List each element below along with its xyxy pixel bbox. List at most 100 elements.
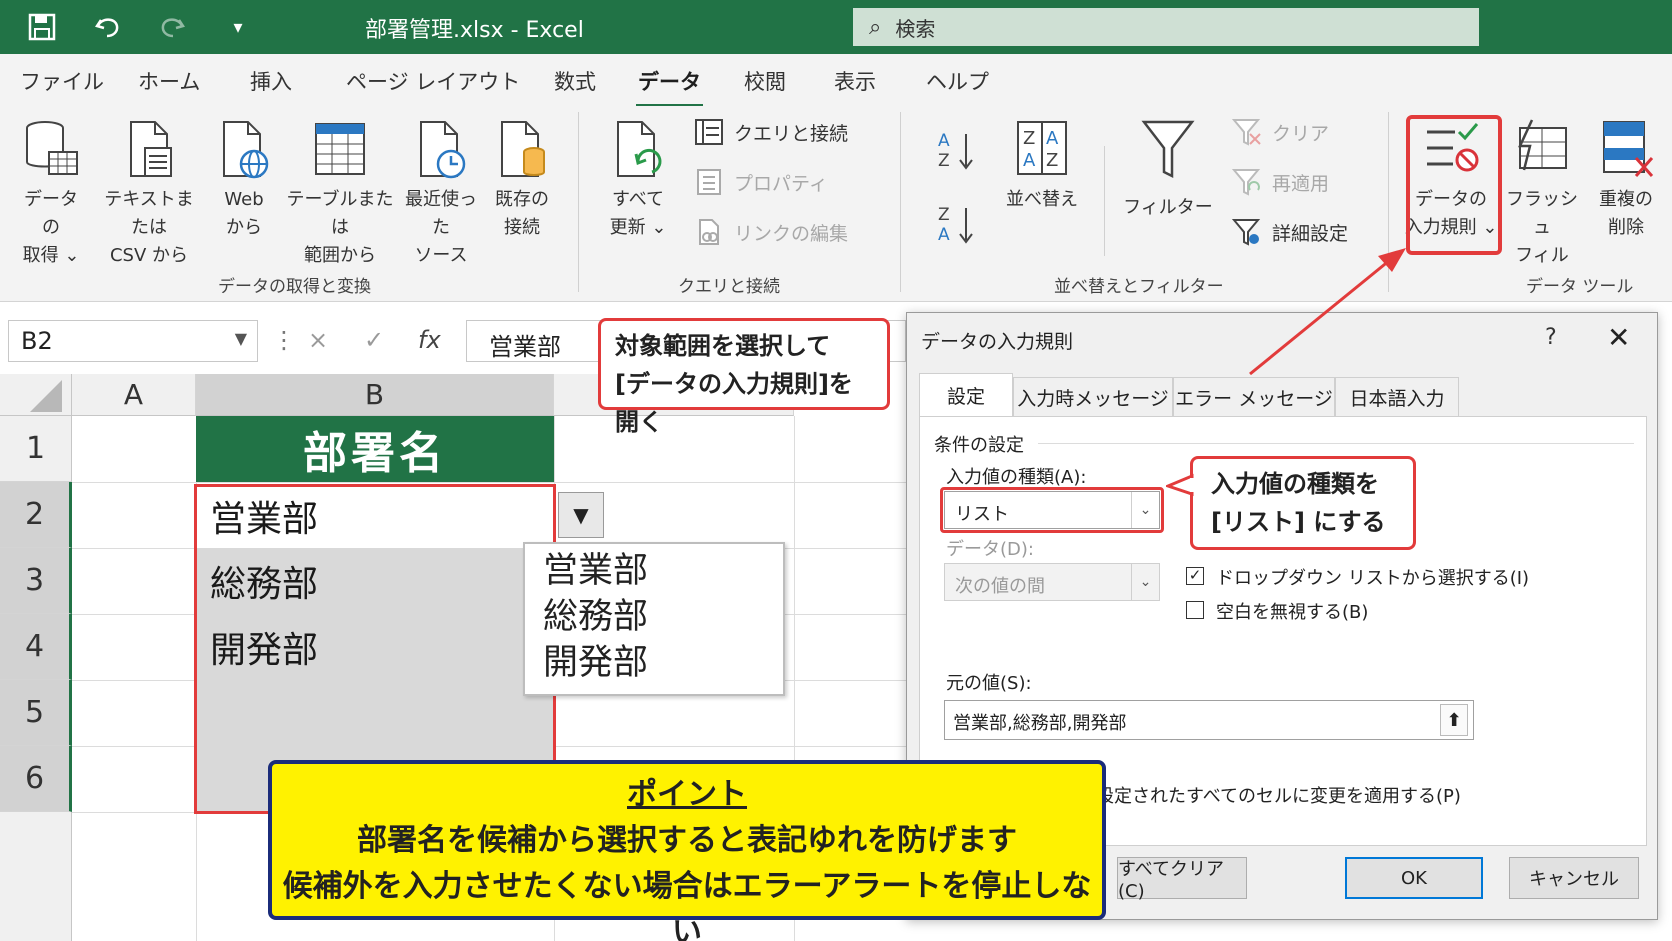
name-box[interactable]: B2 ▼: [8, 320, 258, 362]
clear-filter-button[interactable]: クリア: [1232, 118, 1329, 146]
row-header-4[interactable]: 4: [0, 614, 72, 680]
dialog-title: データの入力規則: [921, 331, 1074, 353]
table-icon: [315, 123, 365, 175]
undo-icon[interactable]: [90, 10, 126, 44]
tab-input-message[interactable]: 入力時メッセージ: [1013, 377, 1173, 417]
ignore-blank-label: 空白を無視する(B): [1216, 602, 1369, 623]
edit-links-button[interactable]: リンクの編集: [694, 218, 848, 246]
ignore-blank-checkbox[interactable]: [1186, 601, 1204, 619]
cell-dropdown-button[interactable]: ▼: [558, 492, 604, 538]
reapply-button[interactable]: 再適用: [1232, 168, 1329, 196]
clear-all-button[interactable]: すべてクリア(C): [1117, 857, 1247, 902]
select-all-corner[interactable]: [0, 374, 72, 416]
cell-dropdown-list: 営業部 総務部 開発部: [523, 542, 785, 696]
tab-settings[interactable]: 設定: [919, 373, 1013, 417]
callout-open-validation: 対象範囲を選択して [データの入力規則]を開く: [598, 318, 890, 436]
tab-formulas[interactable]: 数式: [554, 66, 596, 96]
customize-qat-icon[interactable]: ▾: [220, 10, 256, 44]
enter-icon[interactable]: ✓: [364, 326, 384, 354]
flash-fill-button[interactable]: フラッシュ フィル: [1504, 118, 1580, 270]
dropdown-checkbox[interactable]: ✓: [1186, 567, 1204, 585]
source-input[interactable]: 営業部,総務部,開発部: [944, 700, 1474, 740]
select-all-icon: [30, 380, 62, 412]
tab-data[interactable]: データ: [636, 66, 703, 108]
window-title: 部署管理.xlsx - Excel: [365, 18, 584, 43]
search-placeholder: 検索: [895, 16, 936, 41]
group-label-queries: クエリと接続: [678, 277, 780, 297]
tab-home[interactable]: ホーム: [138, 66, 200, 96]
group-label-data-tools: データ ツール: [1526, 277, 1634, 297]
dropdown-option[interactable]: 開発部: [543, 640, 765, 686]
web-icon: [223, 121, 269, 179]
collapse-dialog-icon[interactable]: ⬆: [1440, 704, 1468, 736]
remove-duplicates-icon: [1603, 121, 1654, 177]
flash-fill-icon: [1518, 119, 1567, 171]
group-separator: [578, 112, 579, 292]
row-header-filler: [0, 812, 72, 941]
ok-button[interactable]: OK: [1345, 857, 1483, 899]
reapply-icon: [1232, 169, 1261, 196]
clock-file-icon: [420, 121, 466, 179]
sort-dialog-icon: ZAAZ: [1017, 121, 1067, 175]
cancel-button[interactable]: キャンセル: [1509, 857, 1639, 899]
save-icon[interactable]: [24, 10, 60, 44]
type-label: 入力値の種類(A):: [946, 467, 1087, 488]
from-web-button[interactable]: Web から: [212, 118, 276, 242]
type-select-highlight: [940, 487, 1164, 533]
ribbon: データの 取得 ⌄ テキストまたは CSV から Web から テーブルまたは …: [0, 106, 1672, 302]
point-line-1: 部署名を候補から選択すると表記ゆれを防げます: [357, 823, 1017, 858]
tab-help[interactable]: ヘルプ: [926, 66, 989, 96]
advanced-filter-button[interactable]: 詳細設定: [1232, 218, 1348, 246]
column-header-a[interactable]: A: [72, 374, 196, 416]
remove-duplicates-button[interactable]: 重複の 削除: [1588, 118, 1664, 242]
cancel-icon[interactable]: ×: [308, 326, 328, 354]
get-data-button[interactable]: データの 取得 ⌄: [16, 118, 86, 270]
tab-insert[interactable]: 挿入: [250, 66, 292, 96]
row-header-5[interactable]: 5: [0, 680, 72, 746]
row-header-1[interactable]: 1: [0, 416, 72, 482]
row-header-6[interactable]: 6: [0, 746, 72, 812]
redo-icon[interactable]: [154, 10, 190, 44]
chevron-down-icon[interactable]: ▼: [235, 329, 247, 348]
tab-view[interactable]: 表示: [834, 66, 876, 96]
recent-sources-button[interactable]: 最近使った ソース: [398, 118, 484, 270]
sort-descending-button[interactable]: ZA: [932, 202, 980, 246]
grid-line: [72, 482, 906, 483]
source-label: 元の値(S):: [946, 673, 1032, 694]
row-header-2[interactable]: 2: [0, 482, 72, 548]
tab-file[interactable]: ファイル: [20, 66, 104, 96]
sort-button[interactable]: ZAAZ 並べ替え: [1000, 118, 1084, 214]
queries-connections-button[interactable]: クエリと接続: [694, 118, 848, 146]
point-line-2: 候補外を入力させたくない場合はエラーアラートを停止しない: [282, 869, 1092, 941]
filter-button[interactable]: フィルター: [1122, 118, 1214, 222]
close-icon[interactable]: ✕: [1607, 321, 1630, 354]
from-text-csv-button[interactable]: テキストまたは CSV から: [96, 118, 202, 270]
refresh-all-button[interactable]: すべて 更新 ⌄: [600, 118, 676, 242]
data-select[interactable]: 次の値の間 ⌄: [944, 563, 1160, 601]
sort-za-icon: ZA: [938, 205, 973, 245]
dropdown-option[interactable]: 営業部: [543, 548, 765, 594]
row-header-3[interactable]: 3: [0, 548, 72, 614]
svg-text:Z: Z: [938, 151, 950, 171]
dropdown-checkbox-label: ドロップダウン リストから選択する(I): [1216, 568, 1530, 589]
svg-text:A: A: [1023, 150, 1036, 171]
advanced-filter-icon: [1232, 219, 1261, 246]
cell-b1[interactable]: 部署名: [196, 416, 554, 482]
help-icon[interactable]: ?: [1545, 325, 1557, 350]
sort-ascending-button[interactable]: AZ: [932, 128, 980, 172]
svg-text:A: A: [1046, 128, 1059, 149]
callout-select-list: 入力値の種類を [リスト] にする: [1190, 456, 1416, 550]
chevron-down-icon: ⌄: [1131, 564, 1159, 600]
from-table-button[interactable]: テーブルまたは 範囲から: [284, 118, 396, 270]
column-header-b[interactable]: B: [196, 374, 554, 416]
search-icon: ⌕: [869, 14, 882, 40]
search-box[interactable]: ⌕ 検索: [853, 8, 1479, 46]
refresh-icon: [617, 121, 662, 177]
dropdown-option[interactable]: 総務部: [543, 594, 765, 640]
tab-review[interactable]: 校閲: [744, 66, 786, 96]
insert-function-icon[interactable]: fx: [418, 326, 441, 354]
existing-connections-button[interactable]: 既存の 接続: [486, 118, 558, 242]
sort-az-icon: AZ: [938, 131, 973, 171]
properties-button[interactable]: プロパティ: [694, 168, 828, 196]
tab-page-layout[interactable]: ページ レイアウト: [346, 66, 520, 96]
